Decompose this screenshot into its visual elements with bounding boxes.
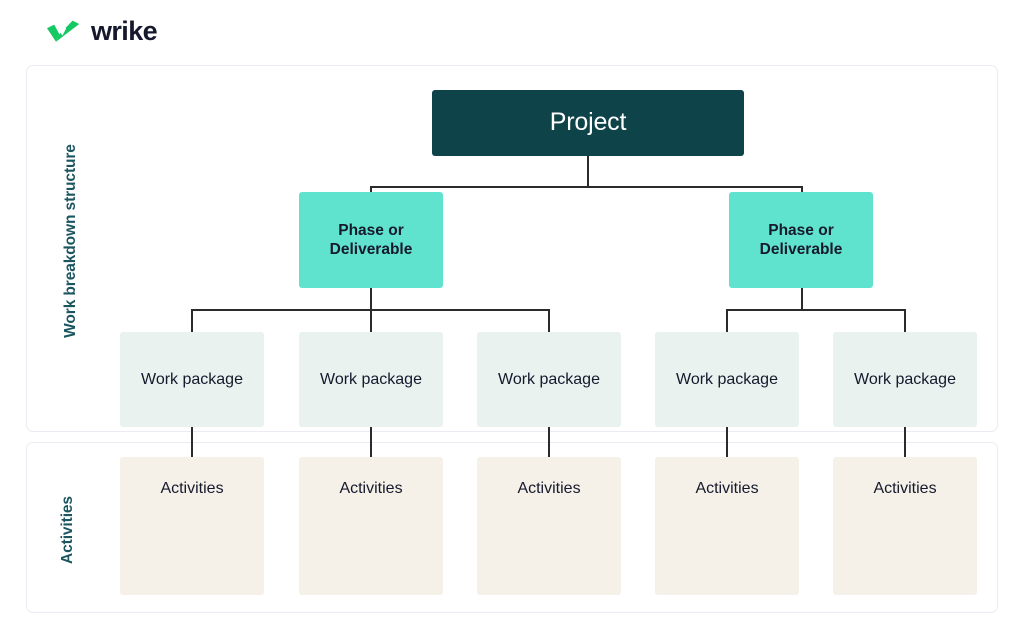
- node-phase-2[interactable]: Phase or Deliverable: [729, 192, 873, 288]
- connector-wp-1-to-activities-1: [191, 427, 193, 457]
- connector-phase-1-to-wp-3: [548, 309, 550, 332]
- connector-phase-2-stem: [801, 288, 803, 310]
- node-activities-2-label: Activities: [339, 480, 403, 497]
- connector-project-stem: [587, 155, 589, 187]
- connector-phase-1-to-wp-2: [370, 309, 372, 332]
- node-activities-3-label: Activities: [517, 480, 581, 497]
- node-activities-4[interactable]: Activities: [655, 457, 799, 595]
- node-phase-2-label: Phase or Deliverable: [759, 221, 843, 258]
- node-project[interactable]: Project: [432, 90, 744, 156]
- connector-phase-2-to-wp-5: [904, 309, 906, 332]
- section-label-activities: Activities: [59, 496, 76, 564]
- node-work-package-3[interactable]: Work package: [477, 332, 621, 427]
- connector-wp-2-to-activities-2: [370, 427, 372, 457]
- node-work-package-2[interactable]: Work package: [299, 332, 443, 427]
- node-project-label: Project: [549, 108, 627, 137]
- node-activities-1-label: Activities: [160, 480, 224, 497]
- node-work-package-4[interactable]: Work package: [655, 332, 799, 427]
- node-activities-3[interactable]: Activities: [477, 457, 621, 595]
- node-work-package-1-label: Work package: [141, 370, 243, 388]
- connector-wp-3-to-activities-3: [548, 427, 550, 457]
- connector-wp-5-to-activities-5: [904, 427, 906, 457]
- connector-phase-1-stem: [370, 288, 372, 310]
- connector-phase-2-bus: [727, 309, 905, 311]
- connector-wp-4-to-activities-4: [726, 427, 728, 457]
- node-phase-1-label: Phase or Deliverable: [329, 221, 413, 258]
- connector-phase-1-to-wp-1: [191, 309, 193, 332]
- node-activities-2[interactable]: Activities: [299, 457, 443, 595]
- section-label-work-breakdown-structure: Work breakdown structure: [62, 144, 79, 338]
- node-work-package-1[interactable]: Work package: [120, 332, 264, 427]
- node-work-package-3-label: Work package: [498, 370, 600, 388]
- node-work-package-4-label: Work package: [676, 370, 778, 388]
- node-activities-1[interactable]: Activities: [120, 457, 264, 595]
- wrike-wordmark: wrike: [91, 16, 158, 46]
- connector-project-bus: [371, 186, 803, 188]
- node-work-package-2-label: Work package: [320, 370, 422, 388]
- node-activities-4-label: Activities: [695, 480, 759, 497]
- node-activities-5-label: Activities: [873, 480, 937, 497]
- connector-phase-2-to-wp-4: [726, 309, 728, 332]
- wrike-double-check-icon: [46, 19, 84, 45]
- diagram-canvas: wrike Work breakdown structure Activitie…: [0, 0, 1024, 637]
- wrike-logo[interactable]: wrike: [46, 16, 158, 46]
- node-work-package-5-label: Work package: [854, 370, 956, 388]
- node-activities-5[interactable]: Activities: [833, 457, 977, 595]
- node-phase-1[interactable]: Phase or Deliverable: [299, 192, 443, 288]
- node-work-package-5[interactable]: Work package: [833, 332, 977, 427]
